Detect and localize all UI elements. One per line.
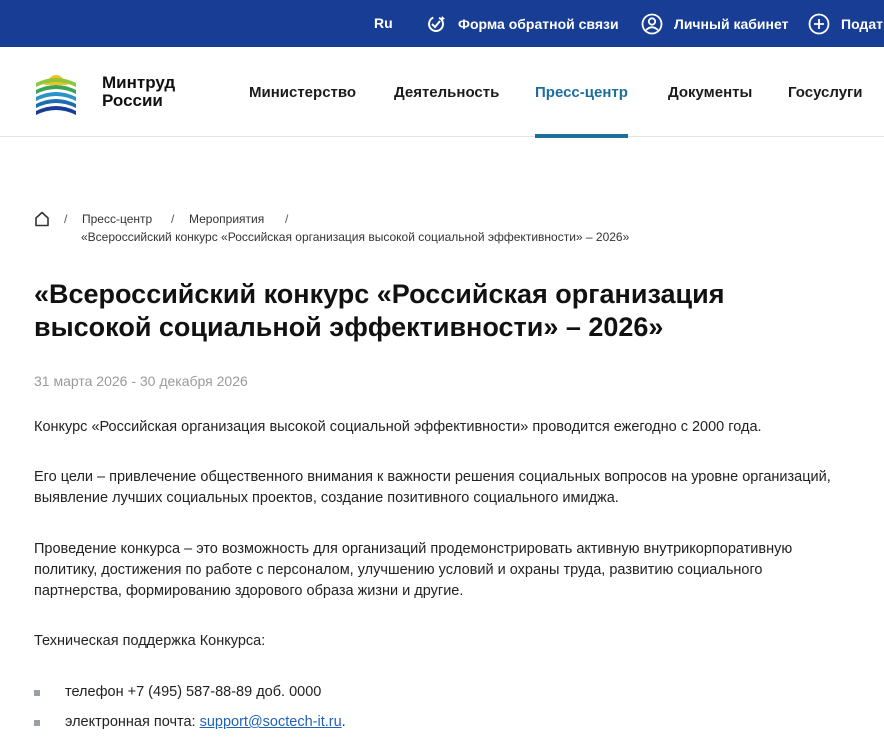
feedback-form-link[interactable]: Форма обратной связи [425, 0, 619, 47]
paragraph-opportunity: Проведение конкурса – это возможность дл… [34, 541, 793, 599]
nav-gosuslugi[interactable]: Госуслуги [788, 47, 863, 137]
top-bar: Ru Форма обратной связи Личный кабинет П… [0, 0, 884, 47]
breadcrumb-separator: / [171, 212, 175, 226]
plus-circle-icon [808, 13, 830, 34]
contact-email-line: электронная почта: support@soctech-it.ru… [65, 714, 346, 730]
user-icon [641, 13, 663, 34]
paragraph-intro: Конкурс «Российская организация высокой … [34, 419, 762, 435]
bullet-icon [34, 690, 40, 696]
nav-activity[interactable]: Деятельность [394, 47, 499, 137]
email-suffix: . [341, 714, 346, 730]
event-dates: 31 марта 2026 - 30 декабря 2026 [34, 373, 248, 389]
breadcrumb-press-center[interactable]: Пресс-центр [82, 212, 152, 226]
paragraph-goals: Его цели – привлечение общественного вни… [34, 469, 831, 506]
email-prefix: электронная почта: [65, 714, 200, 730]
logo-line-2: России [102, 91, 163, 110]
personal-cabinet-label: Личный кабинет [674, 15, 789, 32]
language-switch[interactable]: Ru [374, 15, 393, 31]
submit-label: Подать [841, 15, 884, 32]
contact-phone: телефон +7 (495) 587-88-89 доб. 0000 [65, 684, 322, 700]
nav-documents[interactable]: Документы [668, 47, 752, 137]
feedback-icon [428, 15, 445, 32]
home-icon[interactable] [34, 211, 50, 227]
logo-text[interactable]: Минтруд России [102, 74, 175, 110]
submit-link[interactable]: Подать [808, 0, 884, 47]
nav-press-center[interactable]: Пресс-центр [535, 47, 628, 138]
mintrud-logo-icon[interactable] [34, 67, 78, 117]
main-header: Минтруд России Министерство Деятельность… [0, 47, 884, 138]
breadcrumb-separator: / [64, 212, 68, 226]
personal-cabinet-link[interactable]: Личный кабинет [641, 0, 788, 47]
page-title: «Всероссийский конкурс «Российская орган… [34, 279, 725, 342]
breadcrumb-separator: / [285, 212, 289, 226]
feedback-form-label: Форма обратной связи [458, 15, 619, 32]
logo-line-1: Минтруд [102, 73, 176, 92]
bullet-icon [34, 720, 40, 726]
breadcrumb-current: «Всероссийский конкурс «Российская орган… [81, 230, 630, 244]
paragraph-support: Техническая поддержка Конкурса: [34, 633, 266, 649]
nav-ministry[interactable]: Министерство [249, 47, 356, 137]
support-email-link[interactable]: support@soctech-it.ru [200, 714, 342, 730]
breadcrumb-events[interactable]: Мероприятия [189, 212, 264, 226]
